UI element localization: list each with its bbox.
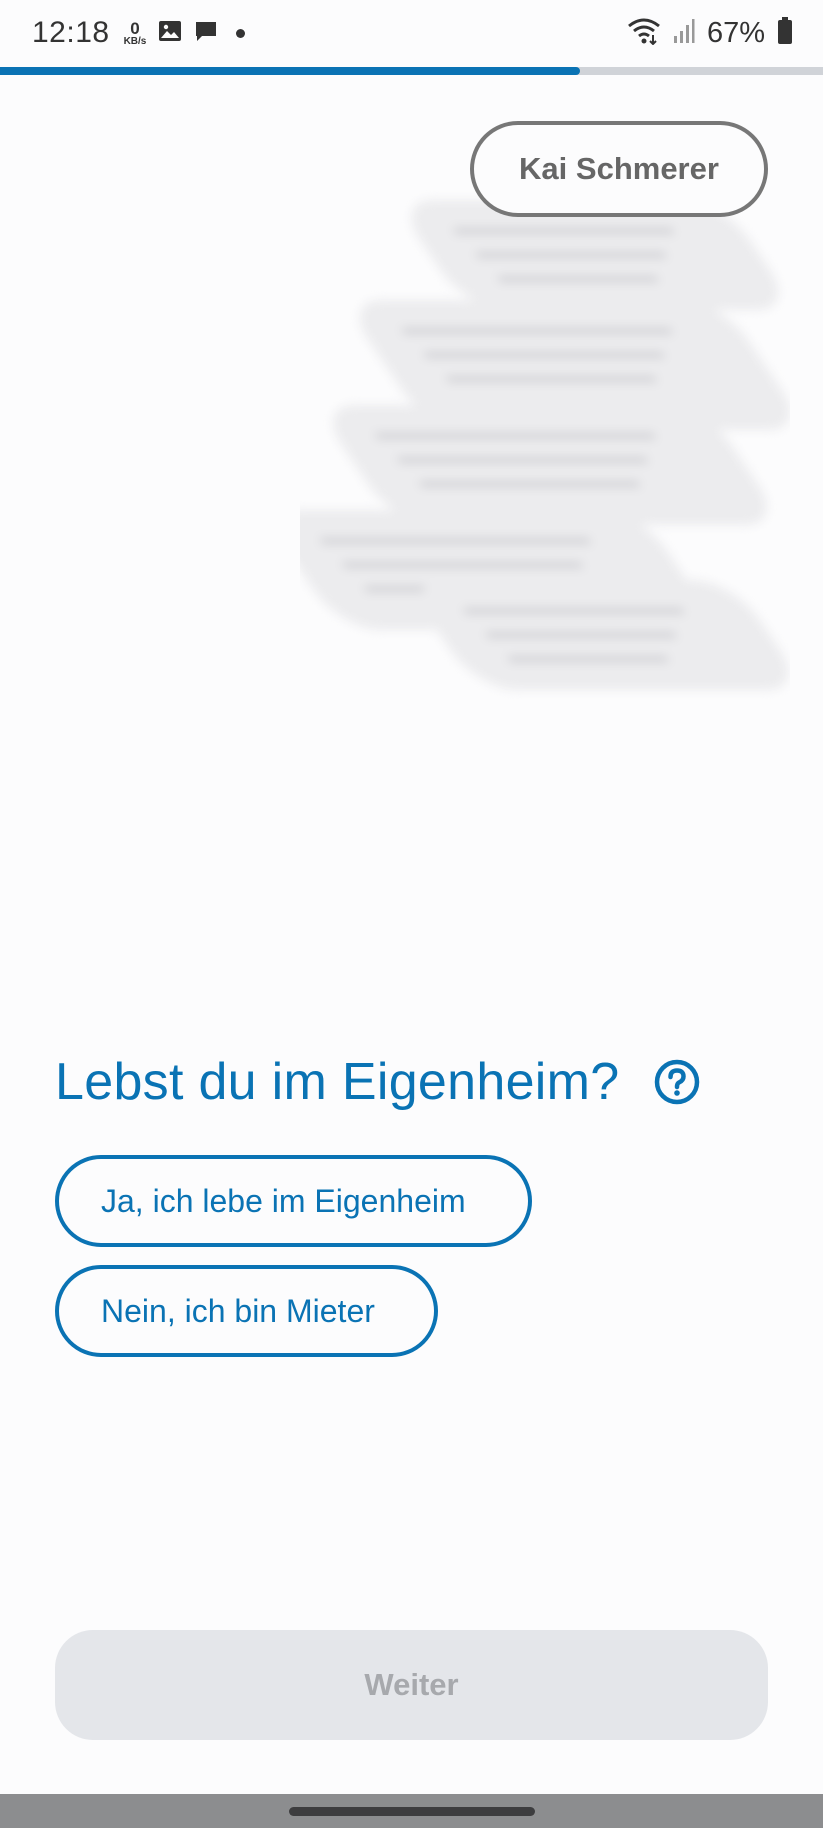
option-no-tenant-button[interactable]: Nein, ich bin Mieter bbox=[55, 1265, 438, 1357]
speaker-name: Kai Schmerer bbox=[519, 151, 719, 186]
blurred-text-line bbox=[373, 433, 658, 439]
next-button-label: Weiter bbox=[364, 1667, 459, 1702]
blurred-text-line bbox=[444, 376, 659, 382]
blurred-text-line bbox=[395, 457, 650, 463]
battery-percent: 67% bbox=[706, 16, 765, 49]
blurred-text-line bbox=[451, 228, 676, 234]
question-title: Lebst du im Eigenheim? bbox=[55, 1053, 620, 1111]
signal-icon bbox=[673, 18, 695, 49]
gallery-icon bbox=[158, 19, 182, 48]
status-time: 12:18 bbox=[32, 16, 110, 49]
question-circle-icon[interactable] bbox=[653, 1058, 701, 1106]
status-bar-right: 67% bbox=[627, 16, 793, 50]
blurred-text-line bbox=[506, 656, 671, 662]
progress-bar bbox=[0, 67, 823, 75]
blurred-text-line bbox=[461, 608, 686, 614]
status-bar: 12:18 0 KB/s 67% bbox=[0, 0, 823, 66]
blurred-text-line bbox=[473, 252, 669, 258]
navigation-bar bbox=[0, 1794, 823, 1828]
network-speed: 0 KB/s bbox=[124, 20, 147, 47]
network-speed-value: 0 bbox=[130, 18, 140, 38]
blurred-text-line bbox=[417, 481, 642, 487]
question-heading: Lebst du im Eigenheim? bbox=[55, 1052, 701, 1112]
blurred-chat-bubble bbox=[402, 580, 790, 690]
option-yes-homeowner-button[interactable]: Ja, ich lebe im Eigenheim bbox=[55, 1155, 532, 1247]
blurred-text-line bbox=[496, 276, 661, 282]
status-bar-left: 12:18 0 KB/s bbox=[32, 16, 246, 50]
blurred-text-line bbox=[340, 562, 585, 568]
progress-bar-fill bbox=[0, 67, 581, 75]
wifi-icon bbox=[627, 17, 661, 50]
blurred-chat-illustration bbox=[300, 190, 790, 810]
blurred-text-line bbox=[483, 632, 679, 638]
message-icon bbox=[194, 19, 218, 48]
notification-dot bbox=[236, 28, 246, 38]
option-label: Nein, ich bin Mieter bbox=[101, 1292, 375, 1329]
blurred-text-line bbox=[318, 538, 593, 544]
speaker-name-pill: Kai Schmerer bbox=[470, 121, 768, 217]
next-button[interactable]: Weiter bbox=[55, 1630, 768, 1740]
option-label: Ja, ich lebe im Eigenheim bbox=[101, 1182, 466, 1219]
home-gesture-handle[interactable] bbox=[288, 1806, 535, 1816]
battery-icon bbox=[777, 16, 793, 50]
blurred-text-line bbox=[422, 352, 667, 358]
network-speed-unit: KB/s bbox=[123, 35, 147, 47]
blurred-text-line bbox=[400, 328, 675, 334]
